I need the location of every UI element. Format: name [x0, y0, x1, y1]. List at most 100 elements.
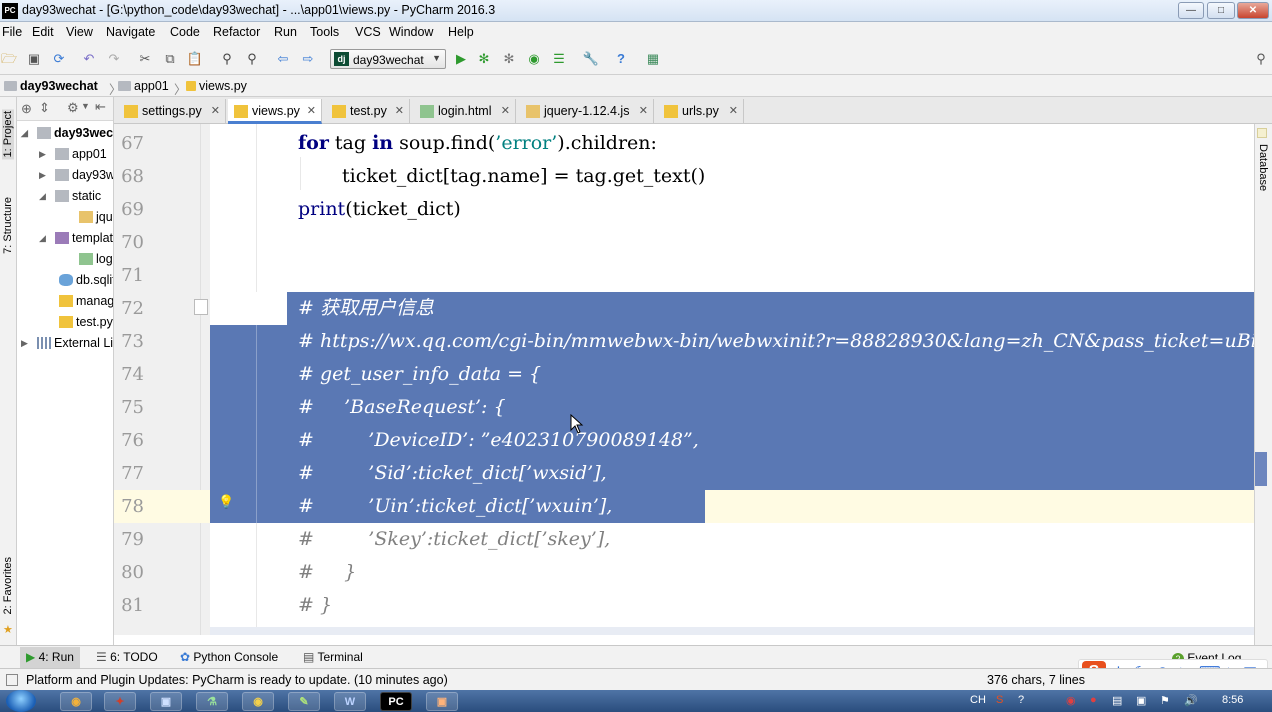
menu-refactor[interactable]: Refactor: [213, 25, 260, 39]
breadcrumb-project[interactable]: day93wechat: [4, 79, 98, 93]
find-icon[interactable]: ⚲: [218, 50, 236, 68]
run-icon[interactable]: ▶: [452, 50, 470, 68]
toggle-tool-windows-icon[interactable]: [6, 674, 18, 686]
tree-item-test-py[interactable]: test.py: [59, 312, 113, 332]
menu-view[interactable]: View: [66, 25, 93, 39]
ime-indicator[interactable]: CH: [970, 694, 986, 706]
paint-icon[interactable]: ✦: [104, 692, 136, 711]
minimize-button[interactable]: —: [1178, 2, 1204, 19]
tree-item-manage-py[interactable]: manage.py: [59, 291, 113, 311]
close-tab-icon[interactable]: ✕: [501, 99, 510, 123]
volume-tray-icon[interactable]: 🔊: [1184, 694, 1198, 707]
status-message[interactable]: Platform and Plugin Updates: PyCharm is …: [26, 673, 448, 687]
tab-urls-py[interactable]: urls.py ✕: [658, 99, 744, 124]
undo-icon[interactable]: ↶: [80, 50, 98, 68]
tree-item-static[interactable]: ◢ static: [39, 186, 101, 206]
close-window-button[interactable]: ✕: [1237, 2, 1269, 19]
tree-item-jquery[interactable]: jquery-1.12.4.js: [79, 207, 113, 227]
network-tray-icon[interactable]: ▤: [1112, 694, 1122, 707]
paste-icon[interactable]: 📋: [186, 50, 204, 68]
pycharm-icon[interactable]: PC: [380, 692, 412, 711]
tab-test-py[interactable]: test.py ✕: [326, 99, 410, 124]
profile-icon[interactable]: ◉: [525, 50, 543, 68]
menu-file[interactable]: File: [2, 25, 22, 39]
tree-item-day93wechat[interactable]: ▶day93wechat: [39, 165, 113, 185]
tab-views-py[interactable]: views.py ✕: [228, 99, 322, 124]
copy-icon[interactable]: ⧉: [161, 50, 179, 68]
tree-item-project-root[interactable]: ◢day93wechat: [21, 123, 113, 143]
settings-icon[interactable]: 🔧: [582, 50, 600, 68]
tree-item-login-html[interactable]: login.html: [79, 249, 113, 269]
clock[interactable]: 8:56: [1222, 694, 1243, 706]
project-tool-tab[interactable]: 1: Project: [2, 109, 14, 160]
menu-navigate[interactable]: Navigate: [106, 25, 155, 39]
concurrency-icon[interactable]: ☰: [550, 50, 568, 68]
gear-icon[interactable]: ⚙: [67, 100, 79, 116]
close-tab-icon[interactable]: ✕: [395, 99, 404, 123]
close-tab-icon[interactable]: ✕: [211, 99, 220, 123]
tools-icon[interactable]: ⚗: [196, 692, 228, 711]
tab-settings-py[interactable]: settings.py ✕: [118, 99, 226, 124]
help-tray-icon[interactable]: ?: [1018, 694, 1024, 706]
start-button[interactable]: [6, 690, 36, 712]
word-icon[interactable]: W: [334, 692, 366, 711]
help-icon[interactable]: ?: [612, 50, 630, 68]
search-everywhere-icon[interactable]: ⚲: [1252, 50, 1270, 68]
run-tool-tab[interactable]: ▶ 4: Run: [20, 647, 80, 668]
run-configuration-selector[interactable]: dj day93wechat ▼: [330, 49, 446, 69]
save-disk-icon[interactable]: ▣: [150, 692, 182, 711]
menu-edit[interactable]: Edit: [32, 25, 54, 39]
chrome-icon[interactable]: ◉: [242, 692, 274, 711]
fold-marker-icon[interactable]: [194, 299, 208, 315]
menu-code[interactable]: Code: [170, 25, 200, 39]
lightbulb-icon[interactable]: 💡: [218, 494, 234, 510]
flag-tray-icon[interactable]: ⚑: [1160, 694, 1170, 707]
tab-jquery-js[interactable]: jquery-1.12.4.js ✕: [520, 99, 654, 124]
antivirus-tray-icon[interactable]: ◉: [1066, 694, 1076, 707]
menu-vcs[interactable]: VCS: [355, 25, 381, 39]
close-tab-icon[interactable]: ✕: [307, 99, 316, 123]
maximize-button[interactable]: □: [1207, 2, 1235, 19]
breadcrumb-app01[interactable]: app01: [118, 79, 169, 93]
ppt-icon[interactable]: ▣: [426, 692, 458, 711]
collapse-all-icon[interactable]: ⇕: [39, 100, 50, 116]
menu-help[interactable]: Help: [448, 25, 474, 39]
cut-icon[interactable]: ✂: [136, 50, 154, 68]
tree-item-app01[interactable]: ▶ app01: [39, 144, 107, 164]
sync-icon[interactable]: ⟳: [50, 50, 68, 68]
tree-item-db[interactable]: db.sqlite3: [59, 270, 113, 290]
breadcrumb-views-py[interactable]: views.py: [186, 79, 247, 93]
record-tray-icon[interactable]: ●: [1090, 694, 1097, 706]
tab-login-html[interactable]: login.html ✕: [414, 99, 516, 124]
save-icon[interactable]: ▣: [25, 50, 43, 68]
code-editor[interactable]: 💡 67 68 69 70 71 72 73 74 75 76 77 78 79…: [114, 124, 1254, 635]
scroll-thumb[interactable]: [1255, 452, 1267, 486]
replace-icon[interactable]: ⚲: [243, 50, 261, 68]
open-folder-icon[interactable]: 🗁: [0, 50, 18, 68]
vcs-icon[interactable]: ▦: [644, 50, 662, 68]
close-tab-icon[interactable]: ✕: [639, 99, 648, 123]
python-console-tool-tab[interactable]: ✿ Python Console: [180, 650, 278, 664]
notepad-icon[interactable]: ✎: [288, 692, 320, 711]
menu-tools[interactable]: Tools: [310, 25, 339, 39]
redo-icon[interactable]: ↷: [105, 50, 123, 68]
monitor-tray-icon[interactable]: ▣: [1136, 694, 1146, 707]
favorites-tool-tab[interactable]: 2: Favorites: [2, 557, 14, 614]
structure-tool-tab[interactable]: 7: Structure: [2, 197, 14, 254]
hide-panel-icon[interactable]: ⇤: [95, 99, 106, 115]
terminal-tool-tab[interactable]: ▤ Terminal: [303, 650, 363, 664]
tree-item-external-libraries[interactable]: ▶External Libraries: [21, 333, 113, 353]
menu-run[interactable]: Run: [274, 25, 297, 39]
chevron-down-icon[interactable]: ▼: [81, 101, 90, 111]
forward-icon[interactable]: ⇨: [299, 50, 317, 68]
database-tool-tab[interactable]: Database: [1257, 126, 1269, 191]
back-icon[interactable]: ⇦: [274, 50, 292, 68]
horizontal-scrollbar[interactable]: [210, 627, 1254, 635]
close-tab-icon[interactable]: ✕: [729, 99, 738, 123]
debug-icon[interactable]: ✻: [475, 50, 493, 68]
todo-tool-tab[interactable]: ☰ 6: TODO: [96, 650, 158, 664]
sogou-tray-icon[interactable]: S: [996, 694, 1003, 706]
file-explorer-icon[interactable]: ◉: [60, 692, 92, 711]
add-content-icon[interactable]: ⊕: [21, 101, 32, 117]
coverage-icon[interactable]: ✻: [500, 50, 518, 68]
